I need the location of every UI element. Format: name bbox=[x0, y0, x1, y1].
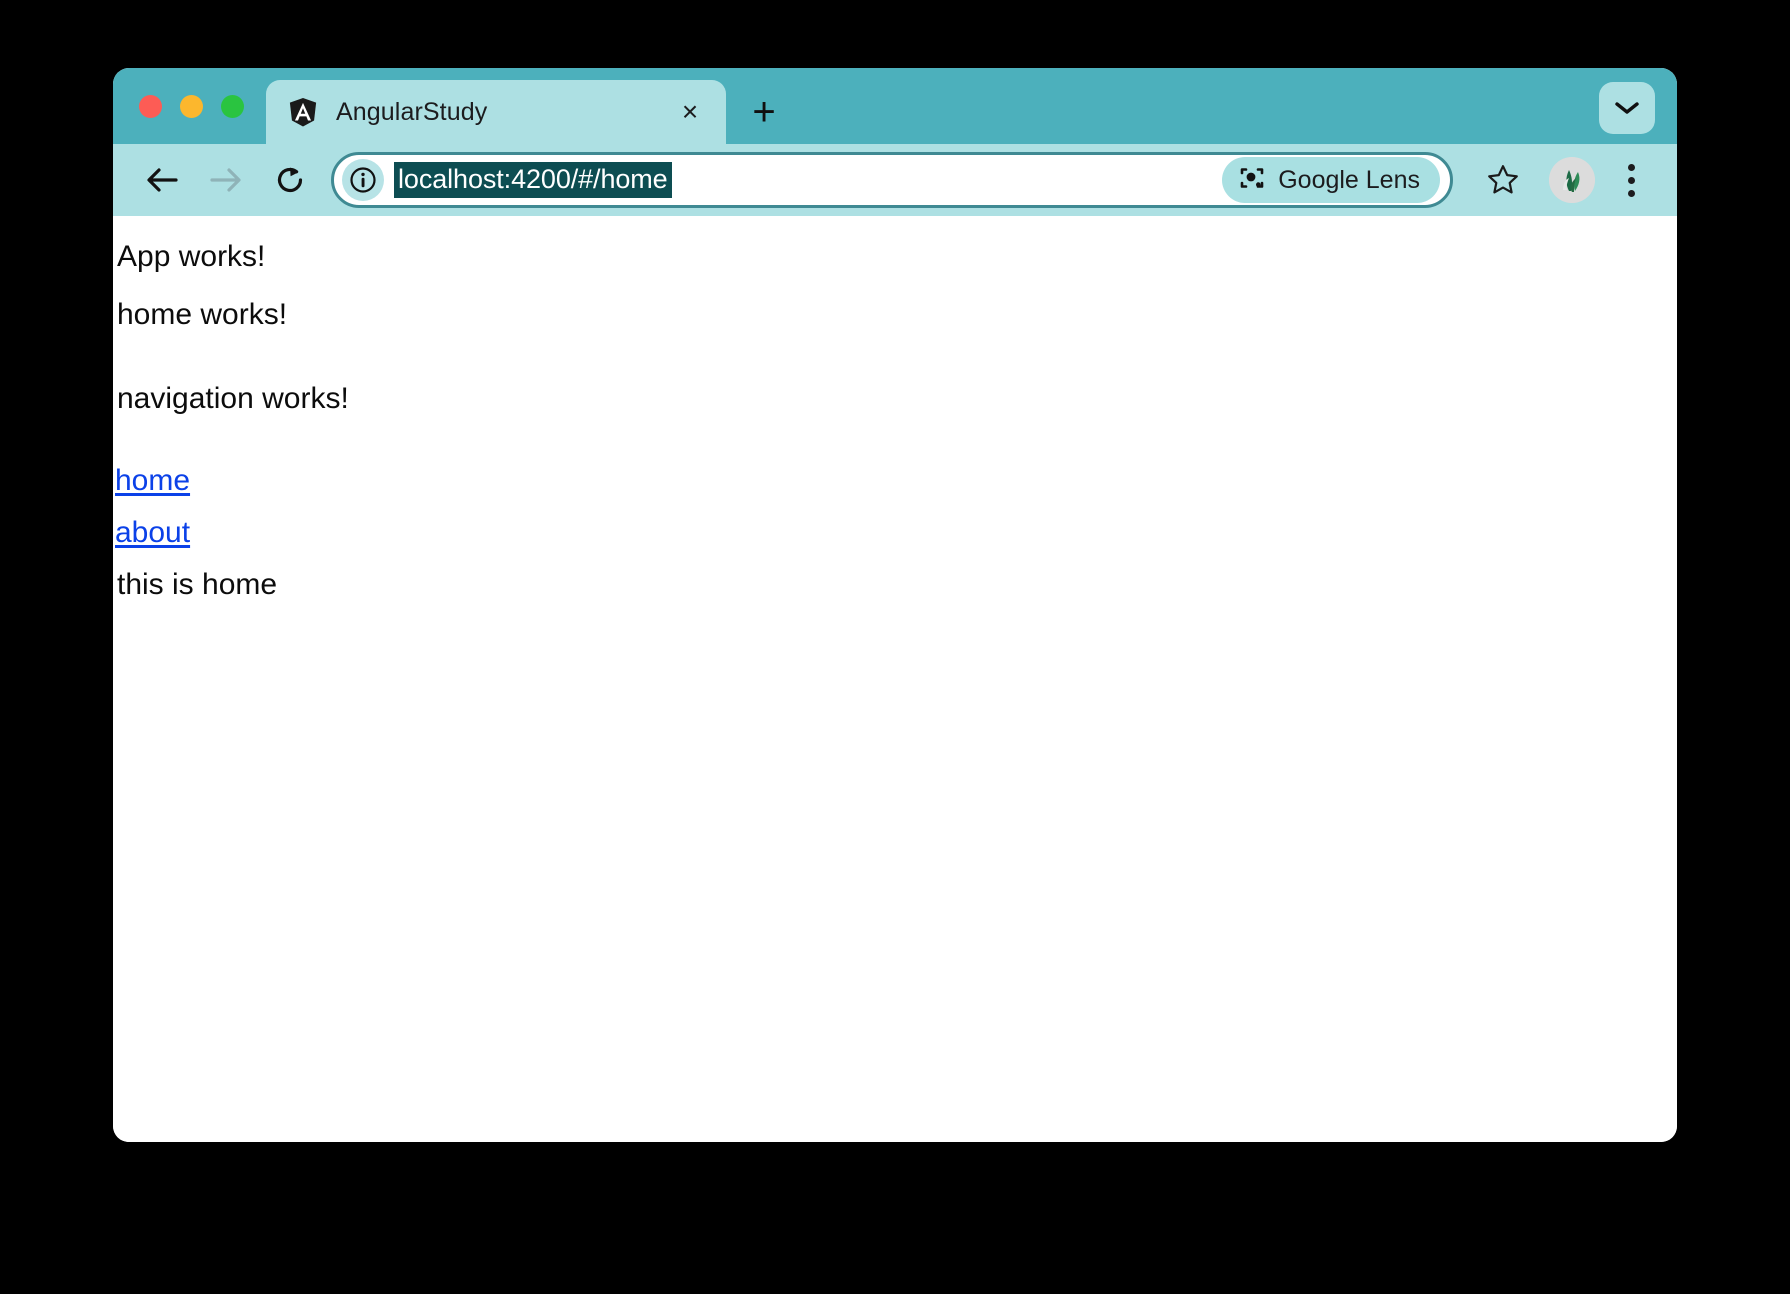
navigation-works-text: navigation works! bbox=[115, 384, 1677, 414]
google-lens-label: Google Lens bbox=[1278, 166, 1420, 195]
window-maximize-button[interactable] bbox=[221, 95, 244, 118]
lens-camera-icon bbox=[1238, 164, 1266, 197]
window-controls bbox=[113, 68, 264, 144]
google-lens-button[interactable]: Google Lens bbox=[1222, 157, 1440, 203]
star-outline-icon[interactable] bbox=[1479, 156, 1527, 204]
navigation-links: home about bbox=[115, 466, 1677, 548]
route-outlet-text: this is home bbox=[115, 570, 1677, 600]
tab-title: AngularStudy bbox=[336, 98, 672, 127]
browser-window: AngularStudy × + bbox=[113, 68, 1677, 1142]
app-works-text: App works! bbox=[115, 236, 1677, 272]
reload-icon[interactable] bbox=[263, 153, 317, 207]
home-works-text: home works! bbox=[115, 300, 1677, 330]
new-tab-button[interactable]: + bbox=[740, 88, 788, 136]
page-content: App works! home works! navigation works!… bbox=[113, 236, 1677, 600]
back-arrow-icon[interactable] bbox=[135, 153, 189, 207]
tab-close-button[interactable]: × bbox=[672, 94, 708, 130]
link-about[interactable]: about bbox=[115, 518, 190, 548]
three-dot-menu-icon[interactable] bbox=[1609, 155, 1653, 205]
link-home[interactable]: home bbox=[115, 466, 190, 496]
angular-shield-icon bbox=[288, 97, 318, 127]
tab-strip: AngularStudy × + bbox=[113, 68, 1677, 144]
url-input[interactable]: localhost:4200/#/home bbox=[394, 162, 672, 198]
browser-toolbar: localhost:4200/#/home Google Lens bbox=[113, 144, 1677, 216]
chevron-down-icon[interactable] bbox=[1599, 82, 1655, 134]
info-circle-icon[interactable] bbox=[342, 159, 384, 201]
menu-dot bbox=[1628, 177, 1635, 184]
page-viewport: App works! home works! navigation works!… bbox=[113, 216, 1677, 1142]
menu-dot bbox=[1628, 164, 1635, 171]
forward-arrow-icon[interactable] bbox=[199, 153, 253, 207]
address-bar[interactable]: localhost:4200/#/home Google Lens bbox=[331, 152, 1453, 208]
window-minimize-button[interactable] bbox=[180, 95, 203, 118]
window-close-button[interactable] bbox=[139, 95, 162, 118]
browser-tab-angularstudy[interactable]: AngularStudy × bbox=[266, 80, 726, 144]
avatar[interactable] bbox=[1549, 157, 1595, 203]
menu-dot bbox=[1628, 190, 1635, 197]
